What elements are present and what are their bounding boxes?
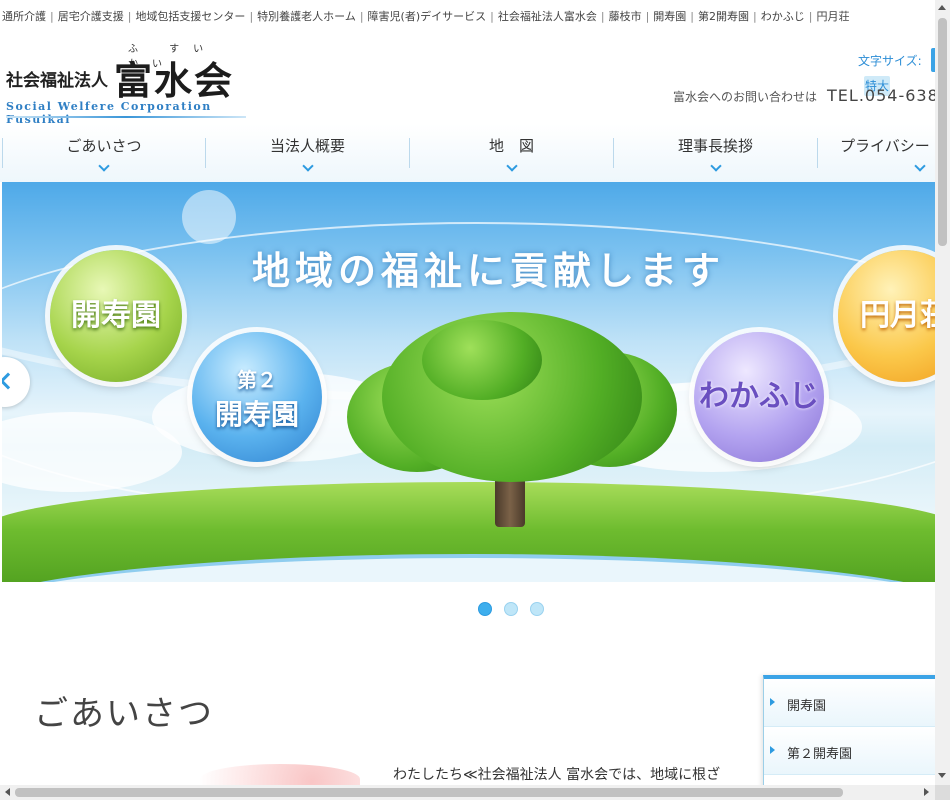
keyword: 円月荘 [816,10,850,23]
keyword: 開寿園 [653,10,687,23]
greeting-lead-text: わたしたち≪社会福祉法人 富水会では、地域に根ざ [393,767,721,783]
keyword: 特別養護老人ホーム [257,10,356,23]
nav-item-chairman[interactable]: 理事長挨拶 [614,124,817,182]
facility-link-label: 開寿園 [214,398,299,431]
keyword-separator: | [249,10,254,23]
nav-item-greeting[interactable]: ごあいさつ [3,124,205,182]
vertical-scroll-thumb[interactable] [938,18,947,246]
keyword: 藤枝市 [608,10,642,23]
nav-item-label: プライバシー [840,137,930,155]
decorative-image [200,764,360,785]
keyword-separator: | [808,10,813,23]
slider-pagination [478,601,556,617]
global-nav: ごあいさつ 当法人概要 地 図 理事長挨拶 プライバシー [0,124,935,182]
triangle-right-icon [770,698,775,706]
hero-tree-canopy [422,320,542,400]
facility-link-label: 開寿園 [71,298,161,333]
nav-item-map[interactable]: 地 図 [410,124,613,182]
facility-link-wakafuji[interactable]: わかふじ [694,332,824,462]
facility-link-kaijuen[interactable]: 開寿園 [50,250,182,382]
nav-item-label: 当法人概要 [269,137,345,155]
section-title: ごあいさつ [34,694,214,734]
keyword: 通所介護 [2,10,46,23]
nav-item-label: ごあいさつ [66,137,142,155]
scroll-up-arrow-icon[interactable] [938,5,946,10]
keyword-strip: 通所介護 | 居宅介護支援 | 地域包括支援センター | 特別養護老人ホーム | 障害児(者)デ… [2,8,935,26]
triangle-right-icon [770,746,775,754]
logo-underline [6,116,246,118]
vertical-scrollbar[interactable] [935,0,950,785]
logo-english-name: Social Welfere Corporation Fusuikai [6,100,212,126]
keyword-separator: | [50,10,54,23]
keyword-separator: | [127,10,132,23]
side-menu-item-dai2-kaijuen[interactable]: 第２開寿園 [764,727,935,775]
chevron-down-icon [98,160,110,172]
slider-dot[interactable] [504,602,518,616]
nav-item-privacy[interactable]: プライバシー [818,124,935,182]
facility-link-label: 円月荘 [860,298,935,333]
side-menu-item-label: 第２開寿園 [787,747,853,762]
keyword-separator: | [645,10,650,23]
facility-side-menu: 開寿園 第２開寿園 [763,675,935,785]
keyword-separator: | [600,10,605,23]
facility-link-engetsu[interactable]: 円月荘 [838,250,935,382]
scrollbar-corner [935,785,950,800]
nav-item-label: 理事長挨拶 [677,137,753,155]
chevron-down-icon [914,160,926,172]
keyword: 障害児(者)デイサービス [367,10,487,23]
nav-item-label: 地 図 [488,137,534,155]
chevron-left-icon [2,372,17,390]
horizontal-scrollbar[interactable] [0,785,935,800]
keyword-separator: | [690,10,695,23]
nav-item-overview[interactable]: 当法人概要 [206,124,409,182]
chevron-down-icon [505,160,518,172]
contact-tel[interactable]: TEL.054-638 [827,86,935,105]
side-menu-item-kaijuen[interactable]: 開寿園 [764,679,935,727]
contact-info: 富水会へのお問い合わせは TEL.054-638 [673,86,935,105]
keyword: 社会福祉法人富水会 [497,10,597,23]
scroll-right-arrow-icon[interactable] [924,788,929,796]
keyword-separator: | [490,10,494,23]
slider-dot[interactable] [478,602,492,616]
scroll-down-arrow-icon[interactable] [938,773,946,778]
font-size-label: 文字サイズ: [858,54,922,68]
keyword: 居宅介護支援 [57,10,124,23]
horizontal-scroll-thumb[interactable] [15,788,843,797]
keyword-separator: | [753,10,757,23]
facility-link-label: 第２ [237,368,277,392]
chevron-down-icon [301,160,314,172]
slider-dot[interactable] [530,602,544,616]
hero-slider: 地域の福祉に貢献します 開寿園 第２ 開寿園 わかふじ 円月荘 [2,182,935,582]
facility-link-dai2-kaijuen[interactable]: 第２ 開寿園 [192,332,322,462]
chevron-down-icon [709,160,722,172]
hero-sparkle-bubble [182,190,236,244]
facility-link-label: わかふじ [699,379,819,414]
page-viewport: 通所介護 | 居宅介護支援 | 地域包括支援センター | 特別養護老人ホーム | 障害児(者)デ… [0,0,935,785]
keyword: 地域包括支援センター [135,10,246,23]
logo-name: 富水会 [114,58,235,103]
logo-corp-type: 社会福祉法人 [6,71,108,91]
side-menu-item-label: 開寿園 [787,699,827,714]
keyword-separator: | [359,10,364,23]
keyword: 第2開寿園 [698,10,750,23]
site-logo[interactable]: ふ すい かい 社会福祉法人 富水会 Social Welfere Corpor… [4,40,254,126]
contact-text: 富水会へのお問い合わせは [673,90,818,104]
scroll-left-arrow-icon[interactable] [5,788,10,796]
keyword: わかふじ [760,10,805,23]
